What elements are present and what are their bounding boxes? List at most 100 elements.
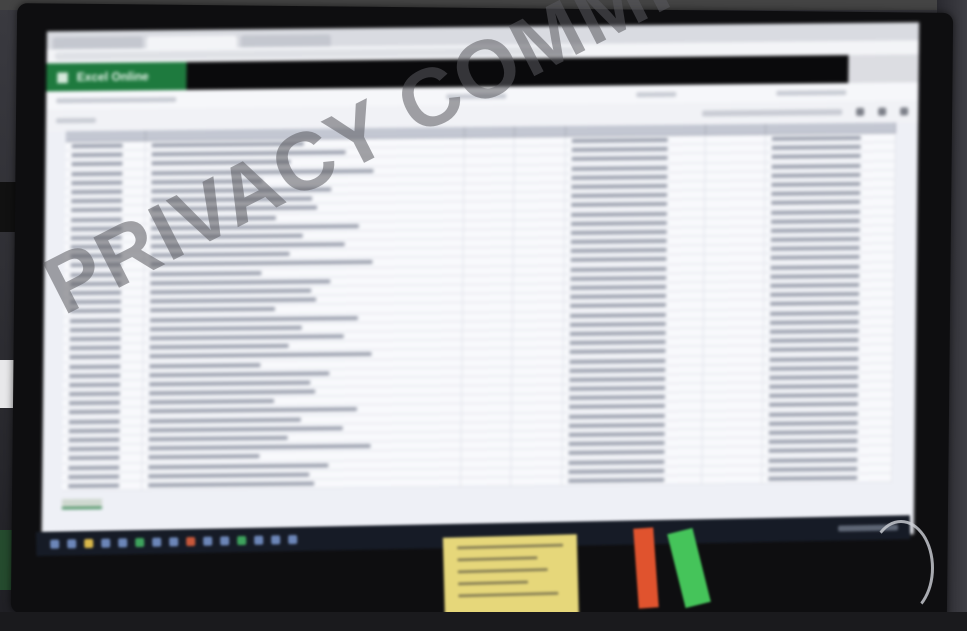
table-cell[interactable] <box>511 458 563 468</box>
table-cell[interactable] <box>762 445 893 456</box>
table-cell[interactable] <box>62 416 144 427</box>
table-cell[interactable] <box>564 236 705 247</box>
table-cell[interactable] <box>461 394 513 404</box>
table-cell[interactable] <box>563 374 703 385</box>
table-cell[interactable] <box>565 153 706 164</box>
taskbar-app-icon[interactable] <box>84 538 94 548</box>
taskbar-app-icon[interactable] <box>254 535 264 545</box>
table-cell[interactable] <box>461 449 512 459</box>
table-cell[interactable] <box>513 228 565 238</box>
table-cell[interactable] <box>62 472 143 482</box>
table-cell[interactable] <box>703 355 764 365</box>
table-cell[interactable] <box>463 174 515 183</box>
column-header[interactable] <box>65 130 147 142</box>
table-cell[interactable] <box>704 190 766 199</box>
column-header[interactable] <box>765 122 897 134</box>
table-cell[interactable] <box>514 155 566 165</box>
table-cell[interactable] <box>461 385 513 395</box>
table-cell[interactable] <box>704 208 766 218</box>
table-cell[interactable] <box>701 465 763 475</box>
table-cell[interactable] <box>65 150 147 160</box>
table-cell[interactable] <box>65 178 146 188</box>
table-cell[interactable] <box>561 475 702 486</box>
table-cell[interactable] <box>514 182 566 192</box>
table-cell[interactable] <box>63 306 145 316</box>
table-cell[interactable] <box>64 260 145 270</box>
table-cell[interactable] <box>764 225 895 235</box>
table-cell[interactable] <box>703 327 764 337</box>
table-cell[interactable] <box>765 170 896 180</box>
table-cell[interactable] <box>463 247 514 257</box>
table-cell[interactable] <box>765 207 896 217</box>
column-header[interactable] <box>515 125 566 137</box>
table-cell[interactable] <box>565 181 705 192</box>
table-cell[interactable] <box>764 289 895 300</box>
table-cell[interactable] <box>764 262 895 272</box>
table-cell[interactable] <box>705 144 766 153</box>
table-cell[interactable] <box>763 354 894 364</box>
browser-tab[interactable] <box>52 36 143 50</box>
table-cell[interactable] <box>65 159 146 169</box>
table-cell[interactable] <box>563 291 704 302</box>
table-cell[interactable] <box>461 431 512 441</box>
table-cell[interactable] <box>463 201 515 211</box>
taskbar-app-icon[interactable] <box>237 535 247 545</box>
table-cell[interactable] <box>512 394 563 403</box>
table-cell[interactable] <box>702 382 764 392</box>
browser-tab[interactable] <box>240 34 331 48</box>
table-cell[interactable] <box>65 168 146 178</box>
table-cell[interactable] <box>64 269 145 280</box>
table-cell[interactable] <box>464 155 515 165</box>
table-cell[interactable] <box>64 297 145 307</box>
table-cell[interactable] <box>564 282 704 293</box>
table-cell[interactable] <box>765 142 896 153</box>
table-cell[interactable] <box>461 422 513 432</box>
table-cell[interactable] <box>562 383 703 394</box>
table-cell[interactable] <box>765 151 896 162</box>
table-cell[interactable] <box>765 161 896 171</box>
table-cell[interactable] <box>64 288 145 298</box>
taskbar-app-icon[interactable] <box>50 539 60 549</box>
table-cell[interactable] <box>460 468 512 477</box>
table-cell[interactable] <box>64 224 146 234</box>
table-cell[interactable] <box>563 356 704 366</box>
table-cell[interactable] <box>565 144 706 155</box>
table-cell[interactable] <box>562 392 703 403</box>
table-cell[interactable] <box>461 376 513 386</box>
table-cell[interactable] <box>462 321 514 330</box>
table-cell[interactable] <box>514 136 566 146</box>
table-cell[interactable] <box>703 346 764 356</box>
table-cell[interactable] <box>563 319 704 329</box>
table-cell[interactable] <box>513 302 564 312</box>
table-cell[interactable] <box>564 209 705 219</box>
table-cell[interactable] <box>62 453 143 463</box>
table-cell[interactable] <box>704 263 765 273</box>
table-cell[interactable] <box>63 380 144 390</box>
table-cell[interactable] <box>462 302 514 312</box>
table-cell[interactable] <box>562 420 703 430</box>
taskbar-app-icon[interactable] <box>220 535 230 545</box>
table-cell[interactable] <box>565 172 706 182</box>
table-cell[interactable] <box>64 242 146 252</box>
table-cell[interactable] <box>762 473 893 483</box>
table-cell[interactable] <box>462 275 514 285</box>
table-cell[interactable] <box>514 192 566 201</box>
table-cell[interactable] <box>461 459 512 468</box>
table-cell[interactable] <box>765 188 896 199</box>
table-cell[interactable] <box>513 293 564 302</box>
table-cell[interactable] <box>564 199 705 210</box>
table-cell[interactable] <box>62 398 144 408</box>
table-cell[interactable] <box>762 464 893 474</box>
table-cell[interactable] <box>562 438 703 449</box>
table-cell[interactable] <box>762 427 893 438</box>
table-cell[interactable] <box>702 419 763 429</box>
table-cell[interactable] <box>65 141 147 151</box>
table-cell[interactable] <box>463 183 515 193</box>
table-cell[interactable] <box>763 399 894 410</box>
table-cell[interactable] <box>704 180 766 190</box>
table-cell[interactable] <box>703 336 764 346</box>
taskbar-app-icon[interactable] <box>169 536 179 546</box>
table-cell[interactable] <box>702 364 764 374</box>
table-cell[interactable] <box>464 137 516 147</box>
table-cell[interactable] <box>763 381 894 392</box>
